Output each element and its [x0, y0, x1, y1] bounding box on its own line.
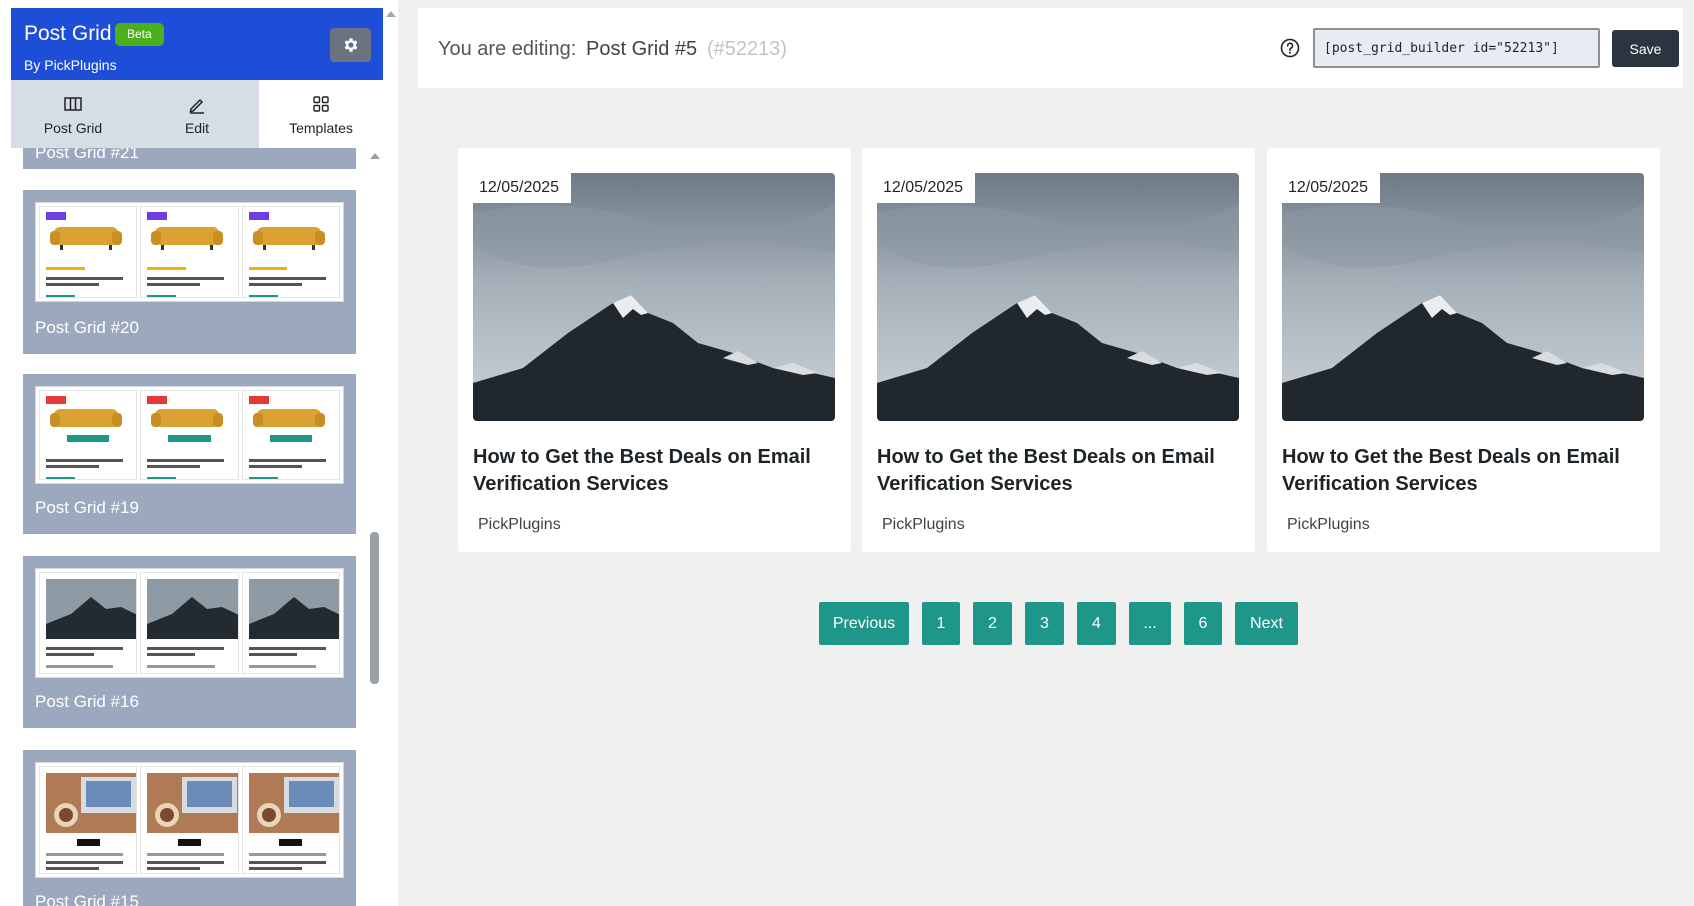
post-title[interactable]: How to Get the Best Deals on Email Verif… — [1282, 444, 1644, 498]
template-card[interactable]: Post Grid #16 — [23, 556, 356, 728]
tab-edit-label: Edit — [184, 120, 210, 136]
post-thumbnail[interactable] — [877, 173, 1239, 421]
post-title[interactable]: How to Get the Best Deals on Email Verif… — [473, 444, 835, 498]
tab-post-grid-label: Post Grid — [43, 120, 103, 136]
post-date: 12/05/2025 — [1282, 173, 1381, 203]
post-author[interactable]: PickPlugins — [478, 516, 561, 534]
template-list-scrollbar[interactable] — [370, 532, 379, 684]
template-card[interactable]: Post Grid #20 — [23, 190, 356, 354]
grid-icon — [313, 96, 329, 112]
beta-badge: Beta — [115, 23, 164, 46]
pagination-previous[interactable]: Previous — [819, 602, 909, 645]
post-card[interactable]: 12/05/2025 How to Get the Best Deals on … — [1267, 148, 1660, 552]
columns-icon — [64, 97, 82, 111]
pagination-next[interactable]: Next — [1235, 602, 1298, 645]
template-preview — [35, 386, 344, 484]
tab-templates[interactable]: Templates — [259, 80, 383, 148]
post-author[interactable]: PickPlugins — [1287, 516, 1370, 534]
template-card[interactable]: Post Grid #19 — [23, 374, 356, 534]
editor-topbar: You are editing: Post Grid #5 (#52213) S… — [418, 8, 1683, 88]
help-icon[interactable] — [1280, 38, 1300, 58]
template-name: Post Grid #21 — [35, 148, 139, 162]
editing-label: You are editing: — [438, 38, 577, 60]
settings-button[interactable] — [330, 28, 371, 62]
pagination-page[interactable]: 6 — [1184, 602, 1222, 645]
pagination-page[interactable]: 4 — [1077, 602, 1116, 645]
template-card[interactable]: Post Grid #21 — [23, 148, 356, 169]
pagination-page[interactable]: 2 — [973, 602, 1012, 645]
sidebar-tabs: Post Grid Edit Templates — [11, 80, 383, 148]
brand-title: Post Grid — [24, 22, 112, 45]
tab-edit[interactable]: Edit — [135, 80, 259, 148]
pencil-icon — [189, 98, 204, 114]
template-name: Post Grid #15 — [35, 892, 139, 906]
post-date: 12/05/2025 — [473, 173, 572, 203]
post-author[interactable]: PickPlugins — [882, 516, 965, 534]
grid-name: Post Grid #5 — [586, 38, 698, 60]
pagination-ellipsis: ... — [1129, 602, 1171, 645]
brand-header: Post Grid Beta By PickPlugins — [11, 8, 383, 80]
post-date: 12/05/2025 — [877, 173, 976, 203]
save-button[interactable]: Save — [1612, 30, 1679, 67]
post-thumbnail[interactable] — [1282, 173, 1644, 421]
template-name: Post Grid #19 — [35, 498, 139, 517]
template-name: Post Grid #16 — [35, 692, 139, 711]
page-scroll-up-arrow[interactable] — [386, 11, 396, 17]
grid-id: (#52213) — [707, 38, 788, 60]
sidebar: Post Grid Beta By PickPlugins Post Grid … — [0, 0, 398, 906]
pagination-page[interactable]: 3 — [1025, 602, 1064, 645]
shortcode-input[interactable] — [1313, 28, 1600, 68]
post-card[interactable]: 12/05/2025 How to Get the Best Deals on … — [862, 148, 1255, 552]
post-title[interactable]: How to Get the Best Deals on Email Verif… — [877, 444, 1239, 498]
post-card[interactable]: 12/05/2025 How to Get the Best Deals on … — [458, 148, 851, 552]
list-scroll-up-arrow[interactable] — [370, 153, 380, 159]
template-card[interactable]: Post Grid #15 — [23, 750, 356, 906]
gear-icon — [344, 38, 357, 52]
tab-post-grid[interactable]: Post Grid — [11, 80, 135, 148]
template-list: Post Grid #21 Post Grid #20 Post Grid #1… — [11, 148, 376, 906]
template-preview — [35, 568, 344, 678]
post-thumbnail[interactable] — [473, 173, 835, 421]
template-name: Post Grid #20 — [35, 318, 139, 337]
tab-templates-label: Templates — [289, 120, 353, 136]
pagination-page[interactable]: 1 — [922, 602, 960, 645]
template-preview — [35, 762, 344, 878]
template-preview — [35, 202, 344, 302]
brand-byline: By PickPlugins — [24, 57, 117, 73]
